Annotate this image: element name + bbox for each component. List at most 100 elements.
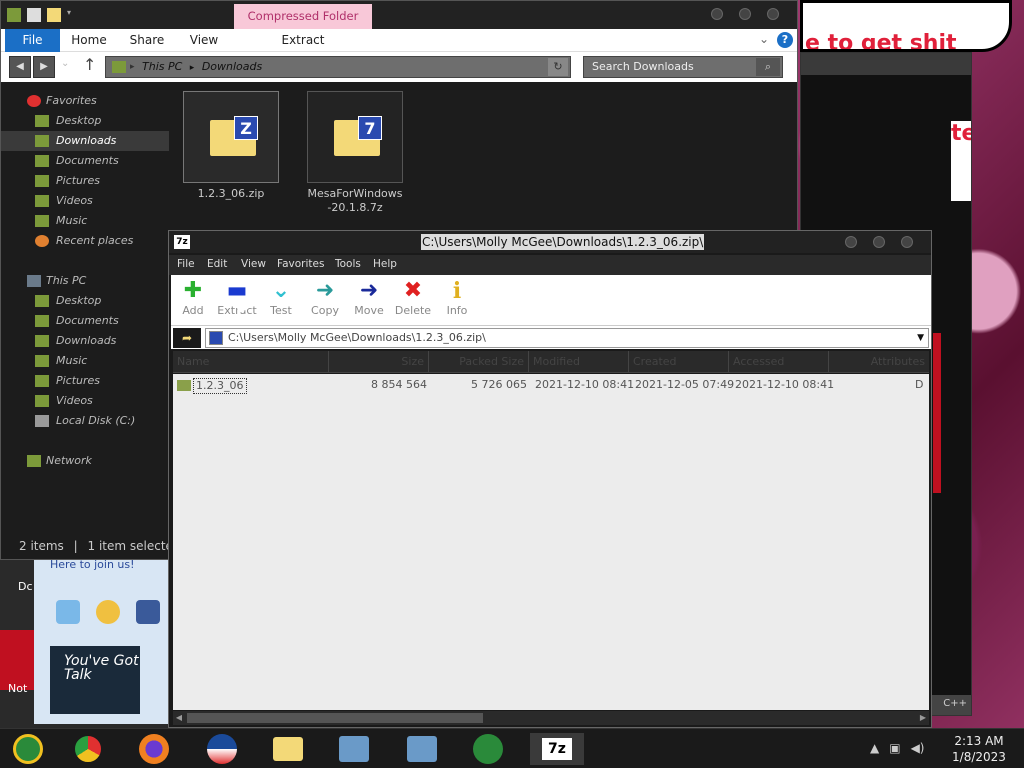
back-button[interactable]: ◀: [9, 56, 31, 78]
nav-this-pc[interactable]: This PC: [1, 271, 169, 291]
breadcrumb-this-pc[interactable]: This PC: [142, 60, 182, 73]
file-thumbnail: Z: [183, 91, 279, 183]
scroll-thumb[interactable]: [187, 713, 483, 723]
column-size[interactable]: Size: [329, 351, 429, 373]
nav-item-pc-downloads[interactable]: Downloads: [1, 331, 169, 351]
nav-item-pc-music[interactable]: Music: [1, 351, 169, 371]
chevron-down-icon[interactable]: ▼: [917, 329, 924, 347]
documents-icon: [35, 315, 49, 327]
quick-access-toolbar: ▾: [7, 8, 75, 22]
file-item-7z[interactable]: 7 MesaForWindows-20.1.8.7z: [307, 91, 403, 214]
menu-edit[interactable]: Edit: [207, 258, 227, 270]
close-button[interactable]: [767, 8, 779, 20]
network-app-button-2[interactable]: [398, 733, 446, 765]
nav-item-downloads[interactable]: Downloads: [1, 131, 169, 151]
left-red-panel: [0, 630, 34, 690]
nav-item-pictures[interactable]: Pictures: [1, 171, 169, 191]
column-name[interactable]: Name: [173, 351, 329, 373]
scroll-left-icon[interactable]: ◀: [173, 711, 185, 725]
help-icon[interactable]: ?: [777, 32, 793, 48]
tab-extract[interactable]: Extract: [234, 29, 372, 52]
network-app-button-1[interactable]: [330, 733, 378, 765]
nav-item-desktop[interactable]: Desktop: [1, 111, 169, 131]
menu-view[interactable]: View: [241, 258, 266, 270]
firefox-button[interactable]: [130, 733, 178, 765]
7zip-close-button[interactable]: [901, 236, 913, 248]
nav-item-pc-documents[interactable]: Documents: [1, 311, 169, 331]
table-row[interactable]: 1.2.3_06 8 854 564 5 726 065 2021-12-10 …: [173, 376, 929, 394]
nav-item-pc-videos[interactable]: Videos: [1, 391, 169, 411]
7zip-path-input[interactable]: C:\Users\Molly McGee\Downloads\1.2.3_06.…: [205, 328, 929, 348]
search-input[interactable]: Search Downloads ⌕: [583, 56, 783, 78]
tab-view[interactable]: View: [181, 29, 227, 52]
column-packed-size[interactable]: Packed Size: [429, 351, 529, 373]
scroll-right-icon[interactable]: ▶: [917, 711, 929, 725]
column-created[interactable]: Created: [629, 351, 729, 373]
minimize-button[interactable]: [711, 8, 723, 20]
column-attributes[interactable]: Attributes: [829, 351, 929, 373]
breadcrumb-chevron-icon[interactable]: ▸: [130, 57, 135, 77]
test-button[interactable]: ⌄ Test: [259, 279, 303, 319]
delete-button[interactable]: ✖ Delete: [391, 279, 435, 319]
copy-button[interactable]: ➜ Copy: [303, 279, 347, 319]
new-folder-icon[interactable]: [47, 8, 61, 22]
file-explorer-button[interactable]: [264, 733, 312, 765]
clock[interactable]: 2:13 AM 1/8/2023: [944, 733, 1014, 765]
column-accessed[interactable]: Accessed: [729, 351, 829, 373]
chevron-down-icon[interactable]: ▾: [67, 8, 75, 22]
info-button[interactable]: i Info: [435, 279, 479, 319]
horizontal-scrollbar[interactable]: ◀ ▶: [173, 711, 929, 725]
file-item-zip[interactable]: Z 1.2.3_06.zip: [183, 91, 279, 203]
address-input[interactable]: ▸ This PC ▸ Downloads ↻: [105, 56, 571, 78]
recent-locations-icon[interactable]: ⌄: [61, 58, 69, 69]
nav-item-documents[interactable]: Documents: [1, 151, 169, 171]
show-hidden-icons-icon[interactable]: ▲: [870, 741, 879, 755]
media-center-button[interactable]: [4, 733, 52, 765]
people-button[interactable]: [464, 733, 512, 765]
folder-icon: [273, 737, 303, 761]
compressed-folder-tools-tab[interactable]: Compressed Folder Tools: [234, 4, 372, 48]
add-button[interactable]: ✚ Add: [171, 279, 215, 319]
nav-network[interactable]: Network: [1, 451, 169, 471]
nav-item-local-disk[interactable]: Local Disk (C:): [1, 411, 169, 431]
breadcrumb-separator-icon[interactable]: ▸: [190, 63, 195, 73]
ribbon-expand-icon[interactable]: ⌄: [759, 32, 769, 46]
menu-favorites[interactable]: Favorites: [277, 258, 324, 270]
7zip-titlebar[interactable]: 7z C:\Users\Molly McGee\Downloads\1.2.3_…: [169, 231, 931, 253]
tab-home[interactable]: Home: [65, 29, 113, 52]
properties-icon[interactable]: [27, 8, 41, 22]
nav-favorites[interactable]: Favorites: [1, 91, 169, 111]
nav-item-music[interactable]: Music: [1, 211, 169, 231]
nav-item-pc-desktop[interactable]: Desktop: [1, 291, 169, 311]
row-modified: 2021-12-10 08:41: [535, 378, 635, 391]
background-left-window: Here to join us! You've Got Talk Dc Not: [0, 558, 170, 728]
menu-tools[interactable]: Tools: [335, 258, 361, 270]
menu-file[interactable]: File: [177, 258, 195, 270]
maximize-button[interactable]: [739, 8, 751, 20]
breadcrumb-downloads[interactable]: Downloads: [202, 60, 262, 73]
forward-button[interactable]: ▶: [33, 56, 55, 78]
7zip-maximize-button[interactable]: [873, 236, 885, 248]
chrome-button[interactable]: [64, 733, 112, 765]
7zip-window[interactable]: 7z C:\Users\Molly McGee\Downloads\1.2.3_…: [168, 230, 932, 728]
move-button[interactable]: ➜ Move: [347, 279, 391, 319]
explorer-titlebar[interactable]: ▾ Compressed Folder Tools: [1, 1, 797, 48]
network-status-icon[interactable]: ▣: [889, 741, 900, 755]
column-modified[interactable]: Modified: [529, 351, 629, 373]
up-arrow-icon[interactable]: ↑: [83, 55, 96, 74]
tab-share[interactable]: Share: [121, 29, 173, 52]
nav-item-recent-places[interactable]: Recent places: [1, 231, 169, 251]
menu-help[interactable]: Help: [373, 258, 397, 270]
7zip-minimize-button[interactable]: [845, 236, 857, 248]
volume-icon[interactable]: ◀): [911, 741, 925, 755]
downloads-icon: [35, 135, 49, 147]
tab-file[interactable]: File: [5, 29, 60, 52]
folder-up-icon[interactable]: ➦: [173, 328, 201, 348]
refresh-icon[interactable]: ↻: [548, 58, 568, 76]
explorer-app-icon[interactable]: [7, 8, 21, 22]
search-icon[interactable]: ⌕: [756, 58, 780, 76]
obama-logo-button[interactable]: [198, 733, 246, 765]
nav-item-videos[interactable]: Videos: [1, 191, 169, 211]
7zip-taskbar-button[interactable]: 7z: [530, 733, 584, 765]
nav-item-pc-pictures[interactable]: Pictures: [1, 371, 169, 391]
